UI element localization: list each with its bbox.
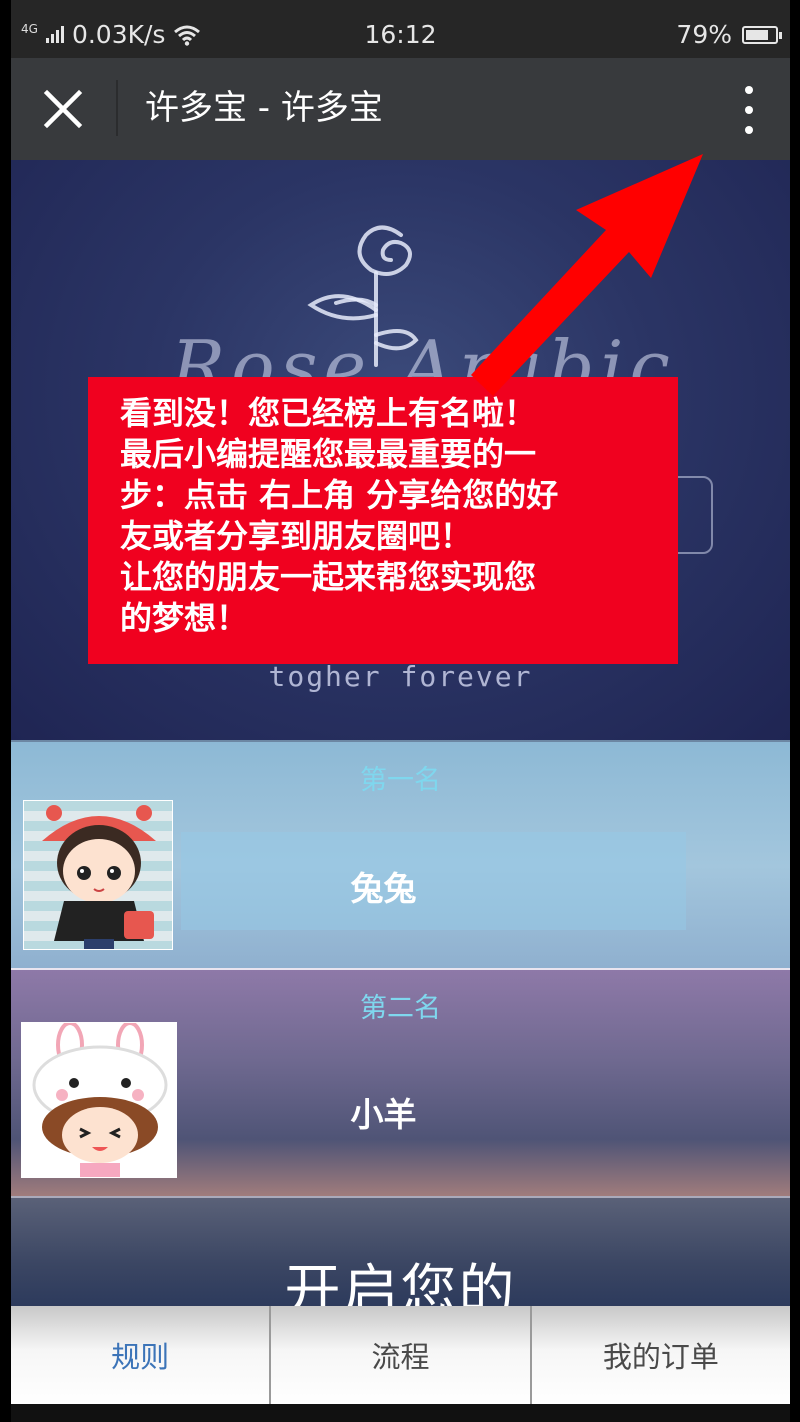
title-bar: 许多宝 - 许多宝 xyxy=(11,58,790,160)
girl-avatar[interactable] xyxy=(23,800,173,950)
hero-tagline: togher forever xyxy=(268,660,533,693)
rank-label: 第一名 xyxy=(360,765,441,796)
overlay-line: 最后小编提醒您最最重要的一 xyxy=(120,435,537,473)
status-bar: 4G 0.03K/s 16:12 79% xyxy=(11,0,790,58)
status-right: 79% xyxy=(676,20,782,49)
close-icon[interactable] xyxy=(37,83,89,135)
tab-process[interactable]: 流程 xyxy=(271,1306,532,1404)
title-divider xyxy=(116,80,118,136)
overlay-line: 步：点击 右上角 分享给您的好 xyxy=(120,476,559,514)
app-frame: 4G 0.03K/s 16:12 79% 许多宝 - 许多宝 Rose Arab… xyxy=(11,0,790,1422)
tab-rules[interactable]: 规则 xyxy=(11,1306,272,1404)
rank-name: 小羊 xyxy=(350,1095,417,1134)
share-prompt-overlay: 看到没！您已经榜上有名啦！ 最后小编提醒您最最重要的一 步：点击 右上角 分享给… xyxy=(88,377,678,664)
bunny-avatar[interactable] xyxy=(21,1022,177,1178)
overlay-line: 友或者分享到朋友圈吧！ xyxy=(120,517,473,555)
tab-my-orders[interactable]: 我的订单 xyxy=(531,1306,790,1404)
rank-name-box: 小羊 xyxy=(181,1040,686,1138)
page-title: 许多宝 - 许多宝 xyxy=(145,88,383,128)
battery-percent: 79% xyxy=(676,20,732,49)
more-icon[interactable] xyxy=(734,82,764,138)
arrow-icon xyxy=(471,154,703,396)
bottom-tab-bar: 规则 流程 我的订单 xyxy=(11,1306,790,1404)
rank-section-second: 第二名 小羊 xyxy=(11,968,790,1196)
bottom-edge xyxy=(11,1404,790,1422)
rank-name: 兔兔 xyxy=(350,869,417,908)
overlay-line: 让您的朋友一起来帮您实现您 xyxy=(120,558,537,596)
rank-label: 第二名 xyxy=(360,993,441,1024)
rank-name-box: 兔兔 xyxy=(181,832,686,930)
overlay-line: 的梦想！ xyxy=(120,599,249,637)
battery-icon xyxy=(742,25,782,44)
promo-banner: 开启您的 xyxy=(11,1196,790,1324)
status-time: 16:12 xyxy=(364,20,437,49)
rank-section-first: 第一名 兔兔 xyxy=(11,740,790,968)
battery-fill xyxy=(746,29,768,40)
